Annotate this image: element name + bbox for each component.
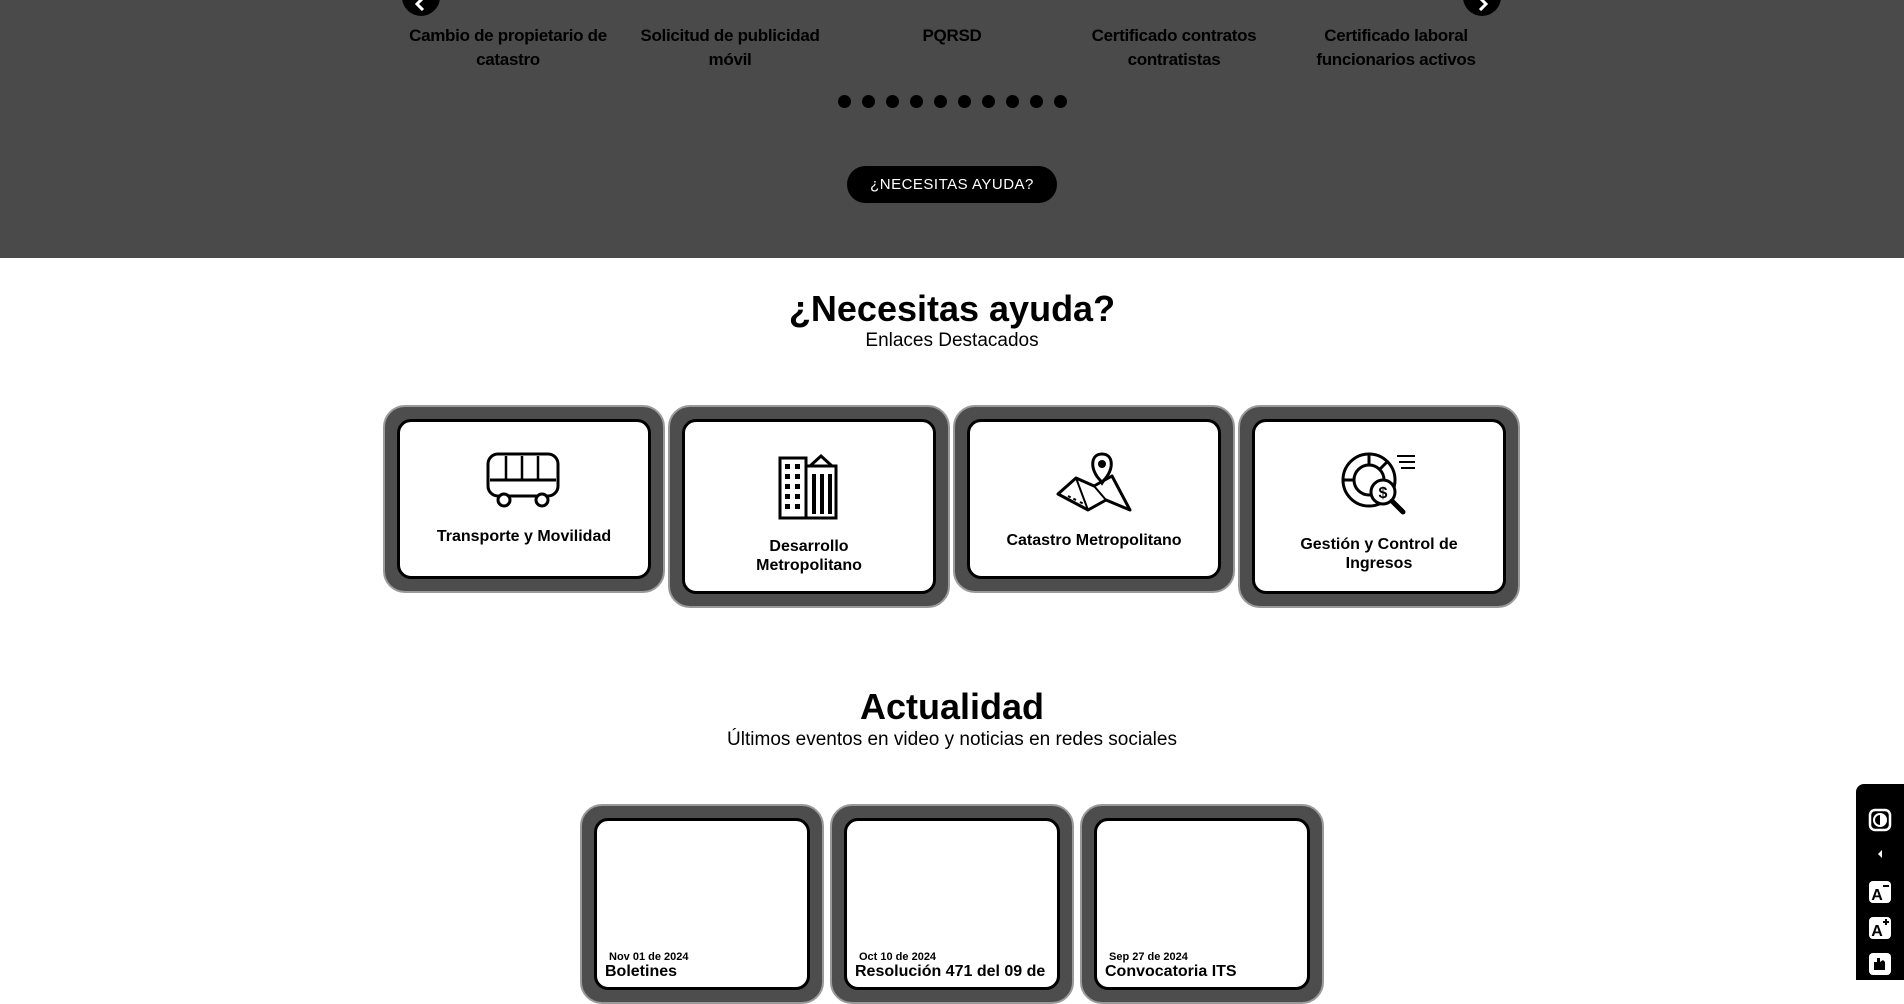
news-title[interactable]: Boletines [605,963,677,981]
carousel-item-publicidad-movil[interactable]: Solicitud de publicidad móvil [630,24,830,72]
news-card[interactable]: Sep 27 de 2024 Convocatoria ITS [1080,804,1324,1004]
collapse-arrow-icon [1878,850,1882,858]
sign-language-button[interactable] [1856,952,1904,976]
news-card[interactable]: Nov 01 de 2024 Boletines [580,804,824,1004]
news-date: Nov 01 de 2024 [609,951,689,963]
link-card-label: Desarrollo Metropolitano [756,538,862,574]
link-card-label: Catastro Metropolitano [1006,532,1182,549]
services-carousel: Cambio de propietario de catastro Solici… [0,0,1904,258]
news-title[interactable]: Resolución 471 del 09 de [855,963,1045,981]
decrease-font-icon: A [1869,881,1891,904]
link-card-catastro[interactable]: Catastro Metropolitano [953,405,1235,593]
carousel-item-cambio-propietario[interactable]: Cambio de propietario de catastro [408,24,608,72]
help-section-title: ¿Necesitas ayuda? [788,288,1116,329]
collapse-toolbar-button[interactable] [1856,848,1904,860]
chevron-right-icon [1478,0,1489,11]
chevron-left-icon [414,0,425,11]
link-card-label: Gestión y Control de Ingresos [1300,536,1458,572]
carousel-item-pqrsd[interactable]: PQRSD [852,24,1052,48]
news-date: Oct 10 de 2024 [859,951,937,963]
news-section-subtitle: Últimos eventos en video y noticias en r… [727,729,1177,750]
carousel-dot[interactable] [862,95,875,108]
carousel-dot[interactable] [1054,95,1067,108]
svg-text:A: A [1871,923,1883,940]
need-help-button[interactable]: ¿NECESITAS AYUDA? [847,166,1057,203]
carousel-pagination [838,95,1067,108]
carousel-prev-button[interactable] [402,0,440,16]
svg-text:$: $ [1379,485,1388,502]
news-section-title: Actualidad [859,686,1045,727]
contrast-icon [1868,808,1892,832]
link-card-transporte[interactable]: Transporte y Movilidad [383,405,665,593]
decrease-font-button[interactable]: A [1856,880,1904,904]
news-title[interactable]: Convocatoria ITS [1105,963,1237,981]
bus-icon [486,452,560,508]
carousel-dot[interactable] [1030,95,1043,108]
link-card-label: Transporte y Movilidad [436,528,612,545]
carousel-dot[interactable] [910,95,923,108]
increase-font-icon: A [1869,917,1891,940]
carousel-item-certificado-laboral[interactable]: Certificado laboral funcionarios activos [1296,24,1496,72]
carousel-item-certificado-contratos[interactable]: Certificado contratos contratistas [1074,24,1274,72]
carousel-dot[interactable] [982,95,995,108]
news-date: Sep 27 de 2024 [1109,951,1188,963]
link-card-ingresos[interactable]: $ Gestión y Control de Ingresos [1238,405,1520,608]
svg-text:A: A [1871,887,1883,904]
carousel-dot[interactable] [886,95,899,108]
link-card-desarrollo[interactable]: Desarrollo Metropolitano [668,405,950,608]
help-section-subtitle: Enlaces Destacados [865,330,1039,351]
buildings-icon [778,453,838,520]
money-search-icon: $ [1341,452,1415,515]
accessibility-toolbar: A A [1856,784,1904,980]
carousel-dot[interactable] [1006,95,1019,108]
contrast-button[interactable] [1856,808,1904,832]
carousel-dot[interactable] [934,95,947,108]
sign-language-icon [1869,953,1891,975]
carousel-next-button[interactable] [1463,0,1501,16]
carousel-dot[interactable] [958,95,971,108]
news-card[interactable]: Oct 10 de 2024 Resolución 471 del 09 de [830,804,1074,1004]
increase-font-button[interactable]: A [1856,916,1904,940]
map-pin-icon [1056,452,1132,512]
carousel-dot[interactable] [838,95,851,108]
